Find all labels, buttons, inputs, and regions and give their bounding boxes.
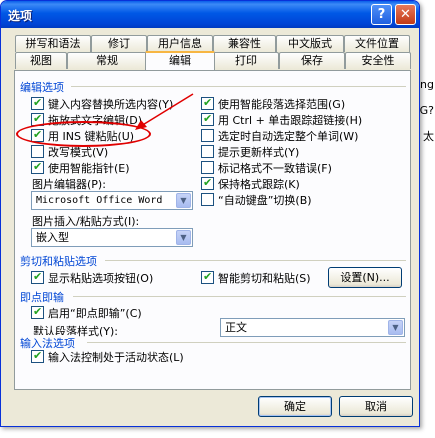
checkbox[interactable]	[31, 349, 44, 363]
help-button[interactable]: ?	[371, 4, 392, 25]
checkbox[interactable]	[201, 112, 214, 126]
window-title: 选项	[8, 9, 33, 23]
insert-paste-select[interactable]: 嵌入型 ▼	[31, 228, 193, 247]
checkbox[interactable]	[201, 96, 214, 110]
tab-edit[interactable]: 编辑	[145, 51, 215, 70]
option-enable-click-and-type[interactable]: 启用“即点即输”(C)	[31, 305, 142, 320]
settings-button[interactable]: 设置(N)...	[328, 267, 402, 288]
checkbox[interactable]	[201, 176, 214, 190]
cancel-button[interactable]: 取消	[339, 396, 413, 417]
option-smart-paragraph-selection[interactable]: 使用智能段落选择范围(G)	[201, 96, 345, 111]
tab-security[interactable]: 安全性	[345, 52, 411, 69]
background-fragment: 太	[423, 130, 434, 143]
picture-editor-value: Microsoft Office Word	[36, 195, 163, 206]
checkbox[interactable]	[31, 160, 44, 174]
option-mark-formatting-inconsistencies[interactable]: 标记格式不一致错误(F)	[201, 160, 332, 175]
checkbox[interactable]	[201, 270, 214, 284]
tab-save[interactable]: 保存	[279, 52, 345, 69]
picture-editor-label: 图片编辑器(P):	[32, 178, 106, 191]
option-smart-cut-paste[interactable]: 智能剪切和粘贴(S)	[201, 270, 311, 285]
option-prompt-update-style[interactable]: 提示更新样式(Y)	[201, 144, 299, 159]
insert-paste-label: 图片插入/粘贴方式(I):	[32, 215, 140, 228]
insert-paste-value: 嵌入型	[36, 231, 69, 244]
options-dialog: 选项 ? ✕ 拼写和语法 修订 用户信息 兼容性 中文版式 文件位置 视图 常规…	[0, 0, 420, 427]
tab-file-locations[interactable]: 文件位置	[344, 35, 410, 52]
annotation-arrow-icon	[135, 93, 194, 130]
checkbox[interactable]	[31, 96, 44, 110]
option-label: 智能剪切和粘贴(S)	[218, 271, 311, 285]
option-label: 使用智能段落选择范围(G)	[218, 97, 346, 111]
section-divider	[105, 260, 406, 261]
option-auto-keyboard-switching[interactable]: “自动键盘”切换(B)	[201, 192, 312, 207]
section-title-cut-paste: 剪切和粘贴选项	[20, 253, 100, 269]
option-auto-select-word[interactable]: 选定时自动选定整个单词(W)	[201, 128, 358, 143]
option-label: 显示粘贴选项按钮(O)	[48, 271, 154, 285]
chevron-down-icon[interactable]: ▼	[176, 193, 191, 208]
checkbox[interactable]	[31, 145, 44, 158]
option-label: 使用智能指针(E)	[48, 161, 130, 175]
tab-user-info[interactable]: 用户信息	[147, 35, 213, 52]
tab-asian-typography[interactable]: 中文版式	[276, 35, 344, 52]
checkbox[interactable]	[201, 145, 214, 158]
title-bar[interactable]: 选项 ? ✕	[1, 1, 419, 28]
default-style-value: 正文	[225, 321, 247, 334]
chevron-down-icon[interactable]: ▼	[388, 320, 403, 335]
option-label: 保持格式跟踪(K)	[218, 177, 300, 191]
option-label: 启用“即点即输”(C)	[48, 306, 142, 320]
section-divider	[87, 342, 406, 343]
tab-spelling-grammar[interactable]: 拼写和语法	[15, 35, 91, 52]
tab-compatibility[interactable]: 兼容性	[213, 35, 276, 52]
option-label: 选定时自动选定整个单词(W)	[218, 129, 359, 143]
option-label: “自动键盘”切换(B)	[218, 193, 312, 207]
option-label: 输入法控制处于活动状态(L)	[48, 350, 184, 364]
tab-print[interactable]: 打印	[213, 52, 279, 69]
checkbox[interactable]	[201, 161, 214, 174]
chevron-down-icon[interactable]: ▼	[176, 230, 191, 245]
section-divider	[71, 86, 406, 87]
section-title-click-and-type: 即点即输	[20, 289, 67, 305]
tab-track-changes[interactable]: 修订	[91, 35, 147, 52]
checkbox[interactable]	[201, 129, 214, 142]
picture-editor-select[interactable]: Microsoft Office Word ▼	[31, 191, 193, 210]
option-label: 提示更新样式(Y)	[218, 145, 300, 159]
tab-view[interactable]: 视图	[15, 52, 67, 69]
checkbox[interactable]	[201, 193, 214, 206]
close-button[interactable]: ✕	[395, 4, 416, 25]
tab-general[interactable]: 常规	[67, 52, 147, 69]
section-title-editing: 编辑选项	[20, 79, 67, 95]
option-ctrl-click-hyperlink[interactable]: 用 Ctrl + 单击跟踪超链接(H)	[201, 112, 362, 127]
option-show-paste-options[interactable]: 显示粘贴选项按钮(O)	[31, 270, 153, 285]
option-label: 标记格式不一致错误(F)	[218, 161, 332, 175]
option-ime-control-active[interactable]: 输入法控制处于活动状态(L)	[31, 349, 184, 364]
option-keep-track-formatting[interactable]: 保持格式跟踪(K)	[201, 176, 300, 191]
checkbox[interactable]	[31, 305, 44, 319]
background-fragment: G?	[419, 104, 434, 117]
ok-button[interactable]: 确定	[258, 396, 332, 417]
default-style-select[interactable]: 正文 ▼	[220, 318, 405, 337]
section-divider	[73, 296, 406, 297]
checkbox[interactable]	[31, 270, 44, 284]
option-label: 用 Ctrl + 单击跟踪超链接(H)	[218, 113, 363, 127]
option-smart-cursoring[interactable]: 使用智能指针(E)	[31, 160, 130, 175]
